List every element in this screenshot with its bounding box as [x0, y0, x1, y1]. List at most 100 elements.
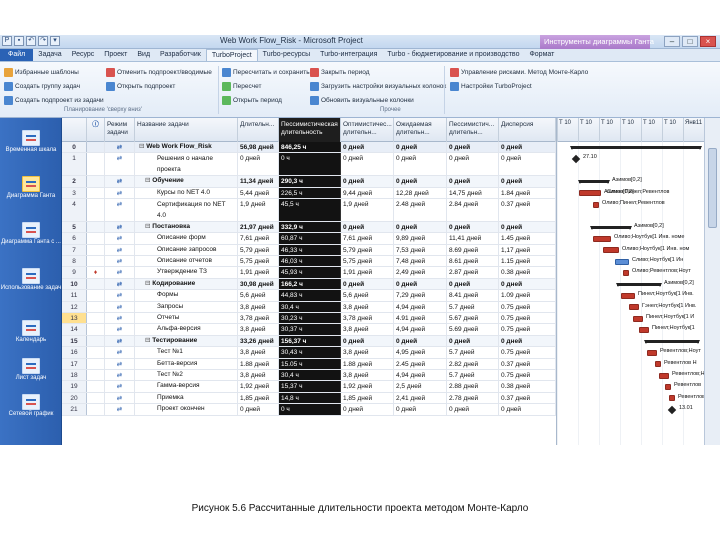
task-name-cell[interactable]: ⊟ Web Work Flow_Risk: [135, 142, 238, 153]
optimistic-cell[interactable]: 0 дней: [341, 404, 394, 415]
expected-cell[interactable]: 2.45 дней: [394, 358, 447, 369]
duration-cell[interactable]: 11,34 дней: [238, 176, 279, 187]
pessimistic-cell[interactable]: 5.7 дней: [447, 347, 499, 358]
pessimistic-cell[interactable]: 8.41 дней: [447, 290, 499, 301]
header-duration[interactable]: Длительн...: [238, 118, 279, 142]
variance-cell[interactable]: 0.75 дней: [499, 313, 556, 324]
expected-cell[interactable]: 7,48 дней: [394, 256, 447, 267]
duration-cell[interactable]: 33,26 дней: [238, 335, 279, 347]
duration-cell[interactable]: 1,85 дней: [238, 392, 279, 404]
table-row[interactable]: 19 ⇄ Гамма-версия 1,92 дней 15,37 ч 1,92 дней…: [62, 381, 556, 393]
gantt-task-bar[interactable]: [593, 201, 599, 208]
duration-cell[interactable]: 3,8 дней: [238, 301, 279, 312]
duration-cell[interactable]: 0 дней: [238, 404, 279, 415]
row-id-cell[interactable]: 7: [62, 244, 87, 255]
customize-icon[interactable]: ▾: [50, 36, 60, 46]
gantt-task-bar[interactable]: [647, 349, 657, 356]
expected-cell[interactable]: 4.91 дней: [394, 313, 447, 324]
duration-cell[interactable]: 1,91 дней: [238, 267, 279, 278]
tab-task[interactable]: Задача: [33, 49, 67, 61]
recalc-button[interactable]: Пересчет: [222, 81, 310, 92]
close-button[interactable]: ×: [700, 36, 716, 47]
expected-cell[interactable]: 4,94 дней: [394, 324, 447, 335]
variance-cell[interactable]: 0 дней: [499, 335, 556, 347]
row-id-cell[interactable]: 1: [62, 153, 87, 176]
table-row[interactable]: 4 ⇄ Сертификация по NET 4.0 1,9 дней 45,5 ч1…: [62, 199, 556, 222]
task-name-cell[interactable]: Проект окончен: [135, 404, 238, 415]
optimistic-cell[interactable]: 0 дней: [341, 153, 394, 176]
optimistic-cell[interactable]: 5,79 дней: [341, 244, 394, 255]
duration-cell[interactable]: 30,98 дней: [238, 278, 279, 290]
variance-cell[interactable]: 0.37 дней: [499, 199, 556, 221]
gantt-task-bar[interactable]: [633, 315, 643, 322]
row-id-cell[interactable]: 2: [62, 176, 87, 187]
table-row[interactable]: 17 ⇄ Бетта-версия 1.88 дней 15.05 ч 1.88 дней…: [62, 358, 556, 370]
expected-cell[interactable]: 0 дней: [394, 404, 447, 415]
duration-cell[interactable]: 3,8 дней: [238, 370, 279, 381]
duration-cell[interactable]: 3,8 дней: [238, 324, 279, 335]
pessimistic-cell[interactable]: 5.7 дней: [447, 301, 499, 312]
table-row[interactable]: 1 ⇄ Решения о начале проекта 0 дней 0 ч0 дне…: [62, 153, 556, 177]
vertical-scrollbar[interactable]: [704, 118, 720, 445]
header-variance[interactable]: Дисперсия: [499, 118, 556, 142]
open-subproject-button[interactable]: Открыть подпроект: [106, 81, 212, 92]
pessimistic-risk-cell[interactable]: 0 ч: [279, 153, 341, 176]
pessimistic-risk-cell[interactable]: 30,43 ч: [279, 347, 341, 358]
recalc-save-button[interactable]: Пересчитать и сохранить: [222, 67, 310, 78]
optimistic-cell[interactable]: 5,6 дней: [341, 290, 394, 301]
pessimistic-cell[interactable]: 11,41 дней: [447, 233, 499, 244]
gantt-task-bar[interactable]: [629, 304, 639, 311]
duration-cell[interactable]: 5,79 дней: [238, 244, 279, 255]
table-row[interactable]: 10 ⇄ ⊟ Кодирование 30,98 дней 166,2 ч0 дней 0…: [62, 278, 556, 291]
expected-cell[interactable]: 0 дней: [394, 278, 447, 290]
task-name-cell[interactable]: Бетта-версия: [135, 358, 238, 369]
table-row[interactable]: 18 ⇄ Тест №2 3,8 дней 30,4 ч 3,8 дней 4,94 дне…: [62, 370, 556, 382]
pessimistic-risk-cell[interactable]: 45,5 ч: [279, 199, 341, 221]
variance-cell[interactable]: 1.84 дней: [499, 187, 556, 198]
row-id-cell[interactable]: 18: [62, 370, 87, 381]
table-row[interactable]: 14 ⇄ Альфа-версия 3,8 дней 30,37 ч 3,8 дней 4,…: [62, 324, 556, 336]
duration-cell[interactable]: 0 дней: [238, 153, 279, 176]
task-name-cell[interactable]: Решения о начале проекта: [135, 153, 238, 176]
expected-cell[interactable]: 9,89 дней: [394, 233, 447, 244]
expected-cell[interactable]: 0 дней: [394, 176, 447, 187]
pessimistic-risk-cell[interactable]: 156,37 ч: [279, 335, 341, 347]
gantt-task-bar[interactable]: [665, 383, 671, 390]
info-icon[interactable]: ⓘ: [87, 118, 105, 142]
row-id-cell[interactable]: 4: [62, 199, 87, 221]
pessimistic-cell[interactable]: 2.87 дней: [447, 267, 499, 278]
row-id-cell[interactable]: 16: [62, 347, 87, 358]
tab-turbo-budget[interactable]: Turbo - бюджетирование и производство: [382, 49, 524, 61]
tab-project[interactable]: Проект: [99, 49, 132, 61]
expected-cell[interactable]: 2.48 дней: [394, 199, 447, 221]
task-name-cell[interactable]: Альфа-версия: [135, 324, 238, 335]
gantt-task-bar[interactable]: [603, 247, 619, 254]
table-row[interactable]: 20 ⇄ Приемка 1,85 дней 14,8 ч 1,85 дней 2,41 д…: [62, 392, 556, 405]
optimistic-cell[interactable]: 7,61 дней: [341, 233, 394, 244]
variance-cell[interactable]: 0 дней: [499, 221, 556, 233]
task-name-cell[interactable]: Запросы: [135, 301, 238, 312]
task-name-cell[interactable]: Сертификация по NET 4.0: [135, 199, 238, 221]
gantt-milestone[interactable]: [667, 405, 677, 415]
row-id-cell[interactable]: 21: [62, 404, 87, 415]
pessimistic-risk-cell[interactable]: 44,83 ч: [279, 290, 341, 301]
task-name-cell[interactable]: Описание отчетов: [135, 256, 238, 267]
expected-cell[interactable]: 12,28 дней: [394, 187, 447, 198]
duration-cell[interactable]: 1.88 дней: [238, 358, 279, 369]
pessimistic-cell[interactable]: 0 дней: [447, 142, 499, 153]
variance-cell[interactable]: 0 дней: [499, 153, 556, 176]
task-name-cell[interactable]: Приемка: [135, 392, 238, 404]
table-row[interactable]: 15 ⇄ ⊟ Тестирование 33,26 дней 156,37 ч0 дне…: [62, 335, 556, 348]
task-name-cell[interactable]: ⊟ Кодирование: [135, 278, 238, 290]
pessimistic-cell[interactable]: 0 дней: [447, 221, 499, 233]
pessimistic-cell[interactable]: 2.78 дней: [447, 392, 499, 404]
tab-turbo-integration[interactable]: Turbo-интеграция: [315, 49, 382, 61]
turboproject-settings-button[interactable]: Настройки TurboProject: [450, 81, 588, 92]
undo-icon[interactable]: ↶: [26, 36, 36, 46]
variance-cell[interactable]: 0 дней: [499, 404, 556, 415]
duration-cell[interactable]: 1,9 дней: [238, 199, 279, 221]
table-row[interactable]: 6 ⇄ Описание форм 7,61 дней 60,87 ч 7,61 дней…: [62, 233, 556, 245]
task-name-cell[interactable]: Гамма-версия: [135, 381, 238, 392]
pessimistic-cell[interactable]: 0 дней: [447, 278, 499, 290]
duration-cell[interactable]: 1,92 дней: [238, 381, 279, 392]
